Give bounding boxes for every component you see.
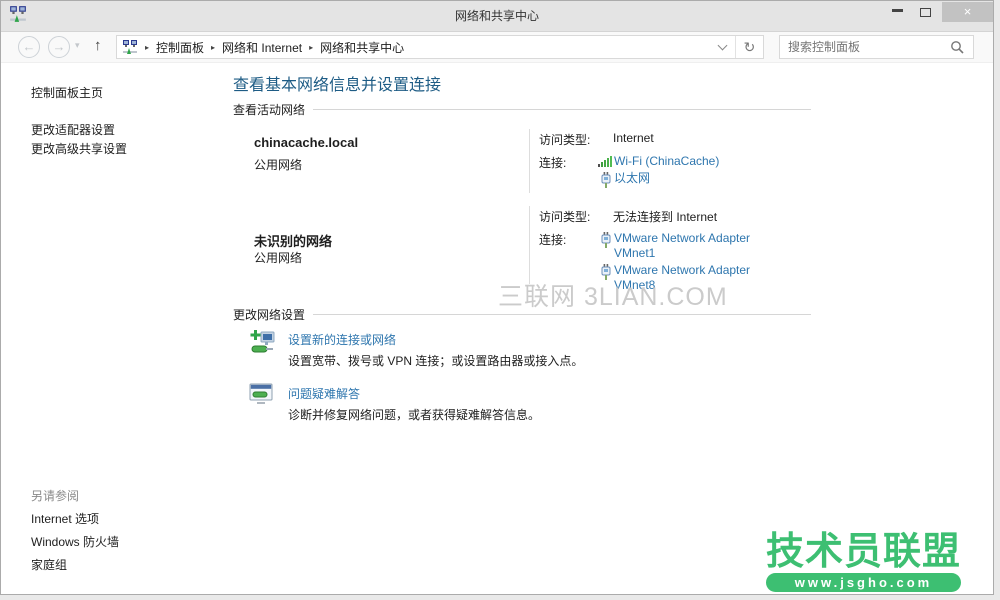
see-also-header: 另请参阅: [31, 487, 119, 510]
recent-pages-dropdown-icon[interactable]: ▾: [75, 40, 80, 51]
address-bar[interactable]: ▸ 控制面板 ▸ 网络和 Internet ▸ 网络和共享中心 ↻: [116, 35, 764, 59]
change-settings-label: 更改网络设置: [233, 306, 305, 323]
forward-button[interactable]: →: [48, 36, 70, 58]
sidebar-item-homegroup[interactable]: 家庭组: [31, 556, 119, 579]
network-type: 公用网络: [254, 156, 302, 173]
network-name: chinacache.local: [254, 135, 358, 150]
sidebar-item-change-advanced-sharing[interactable]: 更改高级共享设置: [31, 140, 127, 157]
new-connection-icon: [249, 329, 276, 361]
main-pane: 查看基本网络信息并设置连接 查看活动网络 chinacache.local 公用…: [231, 63, 811, 594]
network-sharing-center-window: 网络和共享中心 × ← → ▾ ↑ ▸ 控制面板 ▸ 网络和 Internet: [0, 0, 994, 595]
vmnet1-connection-link[interactable]: VMware Network Adapter VMnet1: [614, 231, 772, 261]
setup-new-connection-link[interactable]: 设置新的连接或网络: [288, 331, 396, 348]
ethernet-connection-link[interactable]: 以太网: [614, 171, 650, 186]
section-rule: [313, 314, 811, 315]
ethernet-icon: [597, 232, 614, 248]
ethernet-icon: [597, 172, 614, 188]
breadcrumb-network-sharing-center[interactable]: 网络和共享中心: [320, 39, 404, 56]
column-divider: [529, 129, 530, 193]
search-box: [779, 35, 974, 59]
close-button[interactable]: ×: [942, 2, 993, 22]
troubleshoot-icon: [249, 383, 274, 411]
search-input[interactable]: [780, 40, 950, 54]
breadcrumb-separator-icon: ▸: [204, 43, 222, 52]
address-dropdown-icon[interactable]: [718, 41, 728, 51]
sidebar-item-internet-options[interactable]: Internet 选项: [31, 510, 119, 533]
refresh-icon[interactable]: ↻: [735, 36, 763, 58]
jsgho-logo-title: 技术员联盟: [766, 532, 961, 572]
page-title: 查看基本网络信息并设置连接: [233, 71, 441, 95]
window-title: 网络和共享中心: [1, 7, 993, 24]
network-row-chinacache: chinacache.local 公用网络 访问类型: Internet 连接:: [231, 129, 811, 193]
navigation-toolbar: ← → ▾ ↑ ▸ 控制面板 ▸ 网络和 Internet ▸ 网络和共享中心: [1, 32, 993, 63]
network-type: 公用网络: [254, 249, 302, 266]
up-button[interactable]: ↑: [94, 37, 102, 54]
see-also-section: 另请参阅 Internet 选项 Windows 防火墙 家庭组: [31, 487, 119, 579]
access-type-label: 访问类型:: [539, 131, 613, 148]
column-divider: [529, 206, 530, 284]
troubleshoot-link[interactable]: 问题疑难解答: [288, 385, 360, 402]
sidebar-item-control-panel-home[interactable]: 控制面板主页: [31, 84, 103, 101]
minimize-button[interactable]: [892, 9, 903, 12]
access-type-label: 访问类型:: [539, 208, 613, 225]
change-settings-section-label: 更改网络设置: [233, 306, 811, 323]
search-icon[interactable]: [950, 40, 964, 54]
breadcrumb-control-panel[interactable]: 控制面板: [156, 39, 204, 56]
wifi-signal-icon: [597, 155, 614, 167]
content-area: 控制面板主页 更改适配器设置 更改高级共享设置 另请参阅 Internet 选项…: [1, 63, 993, 594]
titlebar: 网络和共享中心 ×: [1, 1, 993, 32]
network-row-unidentified: 未识别的网络 公用网络 访问类型: 无法连接到 Internet 连接:: [231, 206, 811, 284]
breadcrumb-network-internet[interactable]: 网络和 Internet: [222, 39, 302, 56]
sidebar-item-change-adapter-settings[interactable]: 更改适配器设置: [31, 121, 115, 138]
section-rule: [313, 109, 811, 110]
breadcrumb-separator-icon: ▸: [302, 43, 320, 52]
active-networks-section-label: 查看活动网络: [233, 101, 811, 118]
maximize-button[interactable]: [920, 8, 931, 17]
network-sharing-icon: [122, 39, 138, 55]
jsgho-logo: 技术员联盟 www.jsgho.com: [766, 532, 961, 592]
access-type-value: Internet: [613, 131, 654, 148]
setup-new-connection-desc: 设置宽带、拨号或 VPN 连接；或设置路由器或接入点。: [288, 352, 583, 369]
wifi-connection-link[interactable]: Wi-Fi (ChinaCache): [614, 154, 719, 169]
jsgho-logo-url: www.jsgho.com: [766, 573, 961, 592]
sidebar-item-windows-firewall[interactable]: Windows 防火墙: [31, 533, 119, 556]
access-type-value: 无法连接到 Internet: [613, 208, 717, 225]
network-name: 未识别的网络: [254, 231, 332, 250]
breadcrumb-separator-icon: ▸: [138, 43, 156, 52]
back-button[interactable]: ←: [18, 36, 40, 58]
troubleshoot-desc: 诊断并修复网络问题，或者获得疑难解答信息。: [288, 406, 540, 423]
active-networks-label: 查看活动网络: [233, 101, 305, 118]
